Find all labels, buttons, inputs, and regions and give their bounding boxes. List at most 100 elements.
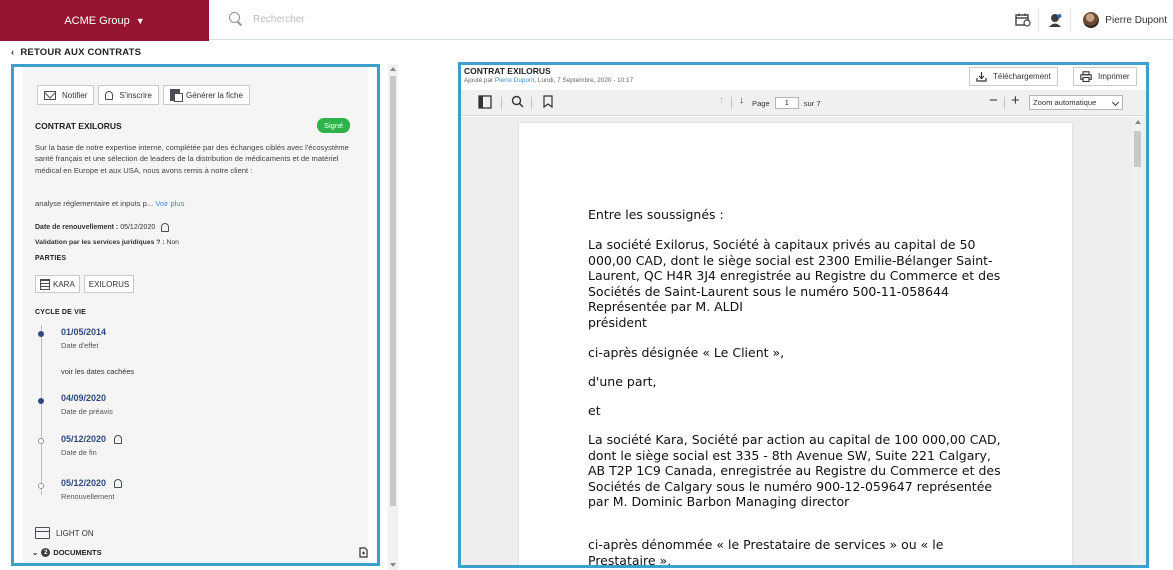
print-button[interactable]: Imprimer (1073, 67, 1137, 86)
validation-label: Validation par les services juridiques ?… (35, 239, 165, 246)
zoom-in-icon[interactable]: + (1011, 92, 1020, 109)
timeline-dot (38, 331, 44, 337)
documents-section-toggle[interactable]: ⌄ 2 DOCUMENTS (32, 548, 102, 557)
renewal-date: Date de renouvellement : 05/12/2020 (35, 223, 170, 232)
document-paragraph: La société Exilorus, Société à capitaux … (588, 237, 1001, 314)
page-total: sur 7 (803, 98, 821, 108)
avatar (1083, 12, 1100, 28)
excerpt-text: analyse réglementaire et inputs p... (35, 199, 154, 208)
page-label: Page (752, 98, 770, 108)
support-user-icon[interactable] (1039, 8, 1072, 32)
renewal-value: 05/12/2020 (120, 224, 156, 231)
event-date: 05/12/2020 (61, 434, 107, 444)
brand-label: ACME Group (64, 14, 130, 27)
party-tag-exilorus[interactable]: EXILORUS (83, 275, 135, 293)
lifecycle-event: 05/12/2020 Renouvellement (61, 478, 123, 501)
timeline-line (41, 325, 43, 495)
documents-label: DOCUMENTS (53, 548, 102, 557)
see-more-link[interactable]: Voir plus (155, 199, 184, 208)
user-name: Pierre Dupont (1105, 14, 1167, 26)
bell-icon[interactable] (114, 434, 123, 444)
zoom-out-icon[interactable]: − (989, 92, 998, 109)
lifecycle-event: 01/05/2014 Date d'effet (61, 327, 106, 350)
document-paragraph: d'une part, (588, 374, 657, 389)
contract-details-panel: Notifier S'inscrire Générer la fiche CON… (11, 64, 380, 566)
download-icon (976, 72, 987, 82)
timeline-dot (38, 398, 44, 404)
chevron-left-icon: ‹ (11, 47, 15, 58)
search-bar[interactable]: Rechercher (229, 12, 305, 26)
scroll-down-arrow[interactable] (390, 563, 396, 567)
author-link[interactable]: Pierre Dupont (495, 77, 534, 84)
parties-list: KARA EXILORUS (35, 275, 135, 293)
top-bar: ACME Group ▼ Rechercher Pierre Dupont (0, 0, 1173, 41)
generate-sheet-button[interactable]: Générer la fiche (163, 85, 250, 105)
scrollbar-thumb[interactable] (1134, 131, 1141, 167)
chevron-down-icon: ⌄ (32, 548, 39, 557)
sidebar-toggle-icon[interactable] (478, 95, 492, 112)
document-viewer-panel: CONTRAT EXILORUS Ajouté par Pierre Dupon… (458, 62, 1149, 568)
document-paragraph: ci-après dénommée « le Prestataire de se… (588, 537, 944, 568)
contract-excerpt: analyse réglementaire et inputs p... Voi… (35, 199, 184, 208)
zoom-select[interactable]: Zoom automatique (1029, 95, 1123, 110)
timeline-dot (38, 483, 44, 489)
organization-switcher[interactable]: ACME Group ▼ (0, 0, 209, 41)
document-paragraph: ci-après désignée « Le Client », (588, 345, 785, 360)
calendar-sync-icon[interactable] (1007, 8, 1040, 32)
document-paragraph: président (588, 315, 647, 330)
back-to-contracts-link[interactable]: ‹ RETOUR AUX CONTRATS (11, 47, 141, 58)
light-on-toggle[interactable]: LIGHT ON (35, 527, 94, 539)
bell-icon[interactable] (114, 478, 123, 488)
action-buttons: Notifier S'inscrire Générer la fiche (37, 85, 250, 105)
document-paragraph: Entre les soussignés : (588, 207, 724, 222)
scrollbar-thumb[interactable] (390, 76, 396, 506)
status-badge: Signé (317, 118, 351, 133)
event-date: 04/09/2020 (61, 393, 107, 403)
search-input[interactable]: Rechercher (253, 14, 305, 25)
top-right-tools: Pierre Dupont (1007, 8, 1167, 32)
pdf-scrollbar[interactable] (1132, 117, 1143, 565)
subscribe-button[interactable]: S'inscrire (98, 85, 159, 105)
parties-heading: PARTIES (35, 255, 67, 262)
scroll-up-arrow[interactable] (390, 67, 396, 71)
chevron-down-icon: ▼ (135, 16, 145, 26)
notify-label: Notifier (62, 90, 88, 100)
add-document-icon[interactable] (359, 547, 368, 561)
next-page-icon[interactable]: ↓ (739, 95, 744, 106)
subscribe-label: S'inscrire (119, 90, 152, 100)
lifecycle-heading: CYCLE DE VIE (35, 309, 87, 316)
party-tag-kara[interactable]: KARA (35, 275, 80, 293)
validation-value: Non (166, 239, 179, 246)
pdf-page: Entre les soussignés : La société Exilor… (519, 123, 1072, 568)
page-indicator: Page 1 sur 7 (752, 97, 821, 109)
document-paragraph: et (588, 403, 601, 418)
find-icon[interactable] (511, 95, 524, 111)
details-scrollbar[interactable] (388, 64, 398, 570)
event-label: Date de fin (61, 448, 97, 457)
toolbar-divider (731, 97, 732, 109)
bell-icon[interactable] (161, 223, 170, 232)
scroll-up-arrow[interactable] (1135, 120, 1141, 124)
viewer-subtitle: Ajouté par Pierre Dupont, Lundi, 7 Septe… (464, 77, 633, 84)
toolbar-divider (501, 97, 502, 109)
viewer-title: CONTRAT EXILORUS (464, 66, 551, 76)
user-menu[interactable]: Pierre Dupont (1071, 12, 1167, 28)
pdf-canvas-area: Entre les soussignés : La société Exilor… (461, 117, 1146, 568)
download-label: Téléchargement (993, 72, 1051, 81)
documents-count: 2 (41, 548, 51, 557)
previous-page-icon[interactable]: ↑ (719, 95, 724, 106)
light-label: LIGHT ON (56, 528, 94, 538)
building-icon (40, 278, 50, 290)
event-date: 05/12/2020 (61, 478, 107, 488)
toolbar-divider (1004, 97, 1005, 109)
toolbar-divider (531, 97, 532, 109)
event-label: Renouvellement (61, 492, 115, 501)
page-number-input[interactable]: 1 (774, 97, 799, 109)
show-hidden-dates-link[interactable]: voir les dates cachées (61, 367, 134, 376)
document-paragraph: La société Kara, Société par action au c… (588, 432, 1001, 509)
download-button[interactable]: Téléchargement (969, 67, 1058, 86)
timeline-dot (38, 438, 44, 444)
folder-icon (35, 527, 50, 539)
notify-button[interactable]: Notifier (37, 85, 95, 105)
bookmark-icon[interactable] (543, 95, 553, 111)
